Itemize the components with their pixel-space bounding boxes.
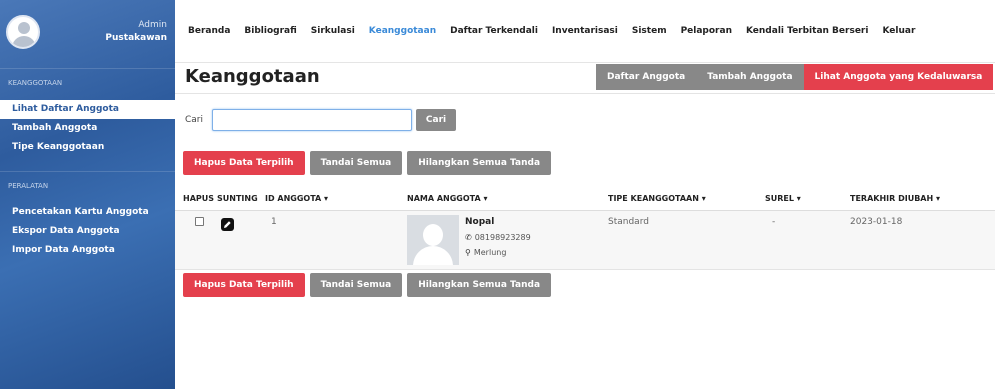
top-navigation: Beranda Bibliografi Sirkulasi Keanggotaa…	[175, 0, 995, 63]
main-content: Keanggotaan Daftar Anggota Tambah Anggot…	[175, 63, 995, 389]
membership-type: Standard	[608, 217, 649, 227]
column-last-updated[interactable]: TERAKHIR DIUBAH ▾	[850, 194, 940, 203]
unmark-all-button[interactable]: Hilangkan Semua Tanda	[407, 273, 552, 297]
sidebar-item-print-cards[interactable]: Pencetakan Kartu Anggota	[0, 203, 175, 222]
nav-reports[interactable]: Pelaporan	[667, 26, 732, 36]
phone-icon: ✆	[465, 233, 472, 242]
nav-controlled-list[interactable]: Daftar Terkendali	[436, 26, 538, 36]
table-header: HAPUS SUNTING ID ANGGOTA ▾ NAMA ANGGOTA …	[175, 189, 995, 211]
search-button[interactable]: Cari	[416, 109, 456, 131]
column-member-id[interactable]: ID ANGGOTA ▾	[265, 194, 328, 203]
column-membership-type[interactable]: TIPE KEANGGOTAAN ▾	[608, 194, 706, 203]
column-delete: HAPUS	[183, 194, 215, 203]
member-name: Nopal	[465, 217, 495, 227]
page-title: Keanggotaan	[185, 66, 320, 87]
bulk-actions-top: Hapus Data Terpilih Tandai Semua Hilangk…	[183, 151, 552, 175]
unmark-all-button[interactable]: Hilangkan Semua Tanda	[407, 151, 552, 175]
pencil-icon[interactable]	[221, 218, 234, 231]
tab-member-list[interactable]: Daftar Anggota	[596, 64, 697, 90]
delete-selected-button[interactable]: Hapus Data Terpilih	[183, 151, 305, 175]
tab-add-member[interactable]: Tambah Anggota	[696, 64, 804, 90]
title-bar: Keanggotaan Daftar Anggota Tambah Anggot…	[175, 63, 995, 94]
column-edit: SUNTING	[217, 194, 258, 203]
mark-all-button[interactable]: Tandai Semua	[309, 151, 403, 175]
user-profile: Admin Pustakawan	[0, 0, 175, 63]
nav-system[interactable]: Sistem	[618, 26, 667, 36]
mark-all-button[interactable]: Tandai Semua	[309, 273, 403, 297]
profile-name: Pustakawan	[105, 32, 167, 43]
avatar	[6, 14, 40, 49]
nav-circulation[interactable]: Sirkulasi	[297, 26, 355, 36]
map-marker-icon: ⚲	[465, 248, 471, 257]
search-bar: Cari Cari	[175, 109, 456, 131]
delete-selected-button[interactable]: Hapus Data Terpilih	[183, 273, 305, 297]
member-email: -	[772, 217, 776, 227]
sidebar-item-export-members[interactable]: Ekspor Data Anggota	[0, 222, 175, 241]
member-photo	[407, 215, 459, 265]
sidebar-item-view-members[interactable]: Lihat Daftar Anggota	[0, 100, 175, 119]
nav-logout[interactable]: Keluar	[868, 26, 915, 36]
nav-membership[interactable]: Keanggotaan	[355, 26, 436, 36]
sidebar-section-tools: PERALATAN	[0, 171, 175, 203]
member-tabs: Daftar Anggota Tambah Anggota Lihat Angg…	[596, 64, 994, 90]
sidebar: Admin Pustakawan KEANGGOTAAN Lihat Dafta…	[0, 0, 175, 389]
search-input[interactable]	[212, 109, 412, 131]
column-email[interactable]: SUREL ▾	[765, 194, 801, 203]
nav-serial-control[interactable]: Kendali Terbitan Berseri	[732, 26, 868, 36]
table-row: 1 Nopal ✆ 08198923289 ⚲ Merlung Standard…	[175, 211, 995, 270]
sidebar-section-membership: KEANGGOTAAN	[0, 68, 175, 100]
nav-home[interactable]: Beranda	[175, 26, 230, 36]
member-phone: 08198923289	[474, 233, 531, 242]
sidebar-item-membership-types[interactable]: Tipe Keanggotaan	[0, 138, 175, 157]
bulk-actions-bottom: Hapus Data Terpilih Tandai Semua Hilangk…	[183, 273, 552, 297]
profile-role: Admin	[138, 19, 167, 30]
member-address: Merlung	[473, 248, 507, 257]
sidebar-item-import-members[interactable]: Impor Data Anggota	[0, 241, 175, 260]
sidebar-item-add-member[interactable]: Tambah Anggota	[0, 119, 175, 138]
nav-inventory[interactable]: Inventarisasi	[538, 26, 618, 36]
column-member-name[interactable]: NAMA ANGGOTA ▾	[407, 194, 487, 203]
last-updated: 2023-01-18	[850, 217, 903, 227]
search-label: Cari	[185, 115, 203, 125]
nav-bibliography[interactable]: Bibliografi	[230, 26, 296, 36]
row-select-checkbox[interactable]	[195, 217, 204, 226]
member-id: 1	[271, 217, 277, 227]
tab-expired-members[interactable]: Lihat Anggota yang Kedaluwarsa	[803, 64, 994, 90]
